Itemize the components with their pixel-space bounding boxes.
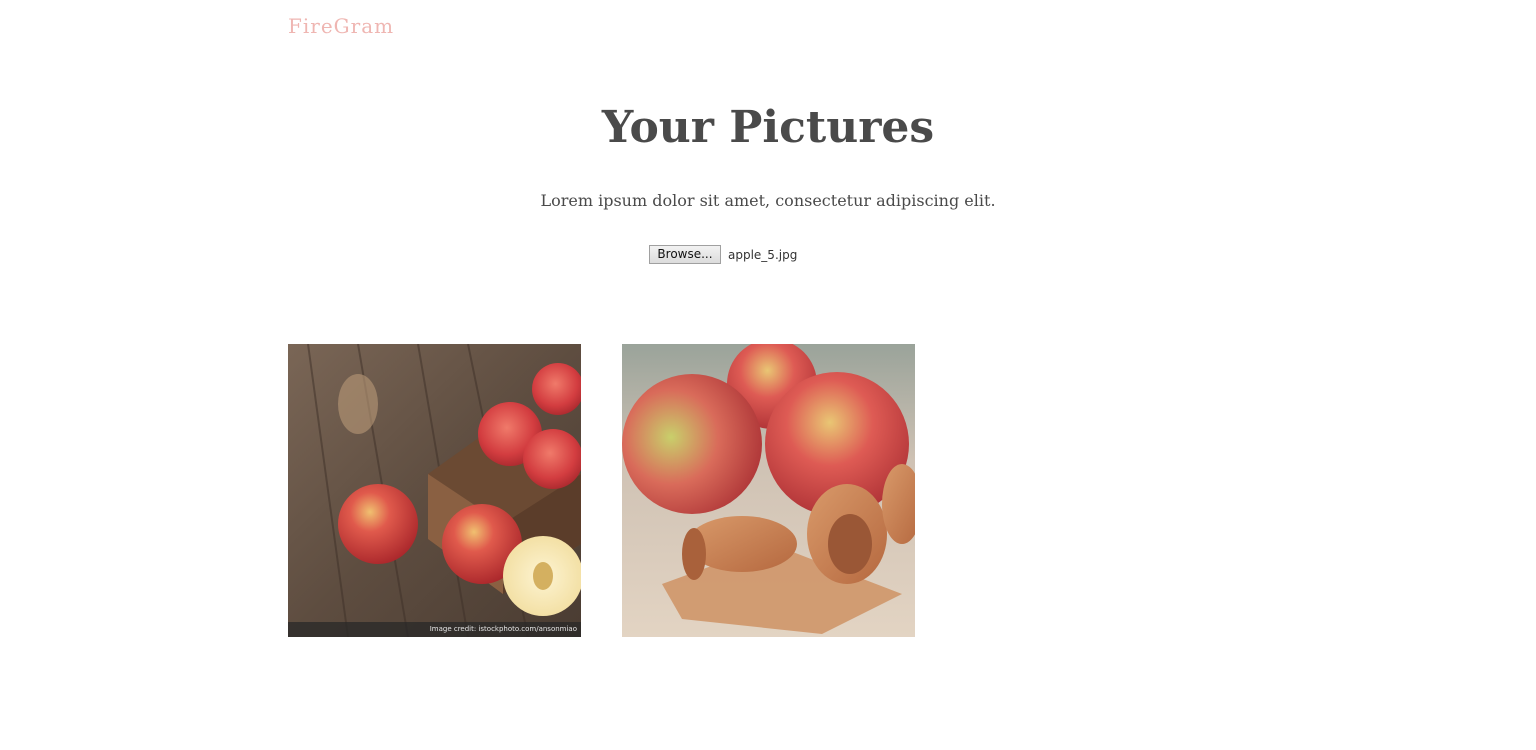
page-title: Your Pictures (601, 102, 935, 153)
upload-form: Browse... apple_5.jpg (649, 245, 797, 264)
image-credit: Image credit: istockphoto.com/ansonmiao (288, 622, 581, 637)
site-logo[interactable]: FireGram (288, 14, 394, 38)
page-subtitle: Lorem ipsum dolor sit amet, consectetur … (540, 191, 996, 210)
gallery-image-fruit-leather[interactable] (622, 344, 915, 637)
gallery-image-apples-crate[interactable]: Image credit: istockphoto.com/ansonmiao (288, 344, 581, 637)
selected-file-name: apple_5.jpg (728, 247, 798, 262)
browse-button[interactable]: Browse... (649, 245, 721, 264)
apples-crate-photo (288, 344, 581, 637)
fruit-leather-photo (622, 344, 915, 637)
page: FireGram Your Pictures Lorem ipsum dolor… (0, 0, 1536, 750)
image-grid: Image credit: istockphoto.com/ansonmiao (288, 344, 915, 637)
